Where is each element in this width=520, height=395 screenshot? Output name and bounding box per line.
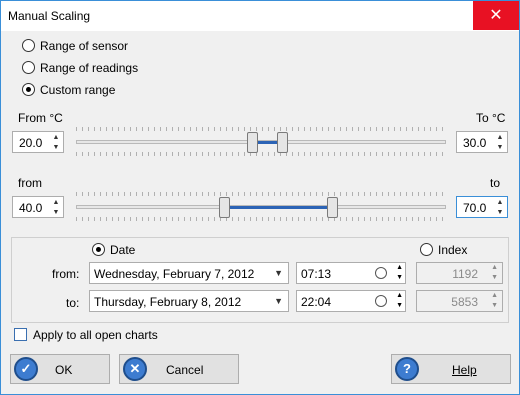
reading-high-thumb[interactable] [327,197,338,218]
to-label: to [490,176,501,190]
spin-down-icon[interactable]: ▼ [495,143,505,152]
to-temp-value: 30.0 [463,136,487,150]
to-temp-spinner[interactable]: 30.0 ▲ ▼ [456,131,508,153]
chevron-down-icon[interactable]: ▼ [274,268,283,278]
spin-up-icon[interactable]: ▲ [396,292,403,299]
from-date-picker[interactable]: Wednesday, February 7, 2012 ▼ [89,262,289,284]
from-index-value: 1192 [452,267,478,281]
temp-ticks-top [76,127,446,131]
spin-up-icon[interactable]: ▲ [491,292,498,299]
x-icon: ✕ [123,357,147,381]
title-bar: Manual Scaling ✕ [1,1,519,31]
range-of-sensor-radio[interactable] [22,39,35,52]
to-spinner[interactable]: 70.0 ▲ ▼ [456,196,508,218]
window-title: Manual Scaling [8,9,91,23]
spin-up-icon[interactable]: ▲ [491,264,498,271]
date-label: Date [110,243,136,257]
from-time-picker[interactable]: 07:13 ▲ ▼ [296,262,406,284]
from-temp-label: From °C [18,111,63,125]
ok-button[interactable]: ✓ OK [10,354,110,384]
range-of-readings-radio[interactable] [22,61,35,74]
reading-ticks-top [76,192,446,196]
spin-down-icon[interactable]: ▼ [491,274,498,281]
clock-icon [375,295,387,307]
range-of-readings-label: Range of readings [40,61,139,75]
reading-range-selection [229,206,329,209]
cancel-button[interactable]: ✕ Cancel [119,354,239,384]
from-label: from [18,176,42,190]
spin-up-icon[interactable]: ▲ [396,264,403,271]
from-temp-value: 20.0 [19,136,43,150]
spin-up-icon[interactable]: ▲ [495,198,505,207]
from-value: 40.0 [19,201,43,215]
apply-all-checkbox[interactable] [14,328,27,341]
to-index-value: 5853 [451,295,478,309]
temp-low-thumb[interactable] [247,132,258,153]
reading-ticks-bottom [76,217,446,221]
range-of-sensor-label: Range of sensor [40,39,129,53]
to-time-picker[interactable]: 22:04 ▲ ▼ [296,290,406,312]
temp-high-thumb[interactable] [277,132,288,153]
to-date-value: Thursday, February 8, 2012 [94,295,242,309]
from-date-value: Wednesday, February 7, 2012 [94,267,255,281]
to-temp-label: To °C [476,111,506,125]
to-value: 70.0 [463,201,487,215]
date-radio[interactable] [92,243,105,256]
ok-label: OK [55,363,73,377]
spin-down-icon[interactable]: ▼ [396,274,403,281]
index-radio[interactable] [420,243,433,256]
chevron-down-icon[interactable]: ▼ [274,296,283,306]
from-spinner[interactable]: 40.0 ▲ ▼ [12,196,64,218]
help-button[interactable]: ? Help [391,354,511,384]
spin-up-icon[interactable]: ▲ [51,133,61,142]
spin-down-icon[interactable]: ▼ [396,302,403,309]
cancel-label: Cancel [166,363,204,377]
to-time-value: 22:04 [301,295,332,309]
reading-low-thumb[interactable] [219,197,230,218]
question-icon: ? [395,357,419,381]
spin-down-icon[interactable]: ▼ [491,302,498,309]
apply-all-label: Apply to all open charts [33,328,158,342]
from-index-spinner[interactable]: 1192 ▲ ▼ [416,262,503,284]
to-index-spinner[interactable]: 5853 ▲ ▼ [416,290,503,312]
check-icon: ✓ [14,357,38,381]
from-temp-spinner[interactable]: 20.0 ▲ ▼ [12,131,64,153]
sel-to-label: to: [66,296,80,310]
manual-scaling-dialog: Manual Scaling ✕ Range of sensor Range o… [0,0,520,395]
custom-range-radio[interactable] [22,83,35,96]
spin-up-icon[interactable]: ▲ [495,133,505,142]
index-label: Index [438,243,468,257]
spin-down-icon[interactable]: ▼ [495,208,505,217]
spin-down-icon[interactable]: ▼ [51,143,61,152]
sel-from-label: from: [52,267,80,281]
help-label: Help [452,363,477,377]
from-time-value: 07:13 [301,267,332,281]
close-icon: ✕ [489,7,503,24]
clock-icon [375,267,387,279]
temp-ticks-bottom [76,152,446,156]
temp-range-selection [257,141,279,144]
custom-range-label: Custom range [40,83,116,97]
spin-up-icon[interactable]: ▲ [51,198,61,207]
to-date-picker[interactable]: Thursday, February 8, 2012 ▼ [89,290,289,312]
close-button[interactable]: ✕ [473,1,519,30]
spin-down-icon[interactable]: ▼ [51,208,61,217]
